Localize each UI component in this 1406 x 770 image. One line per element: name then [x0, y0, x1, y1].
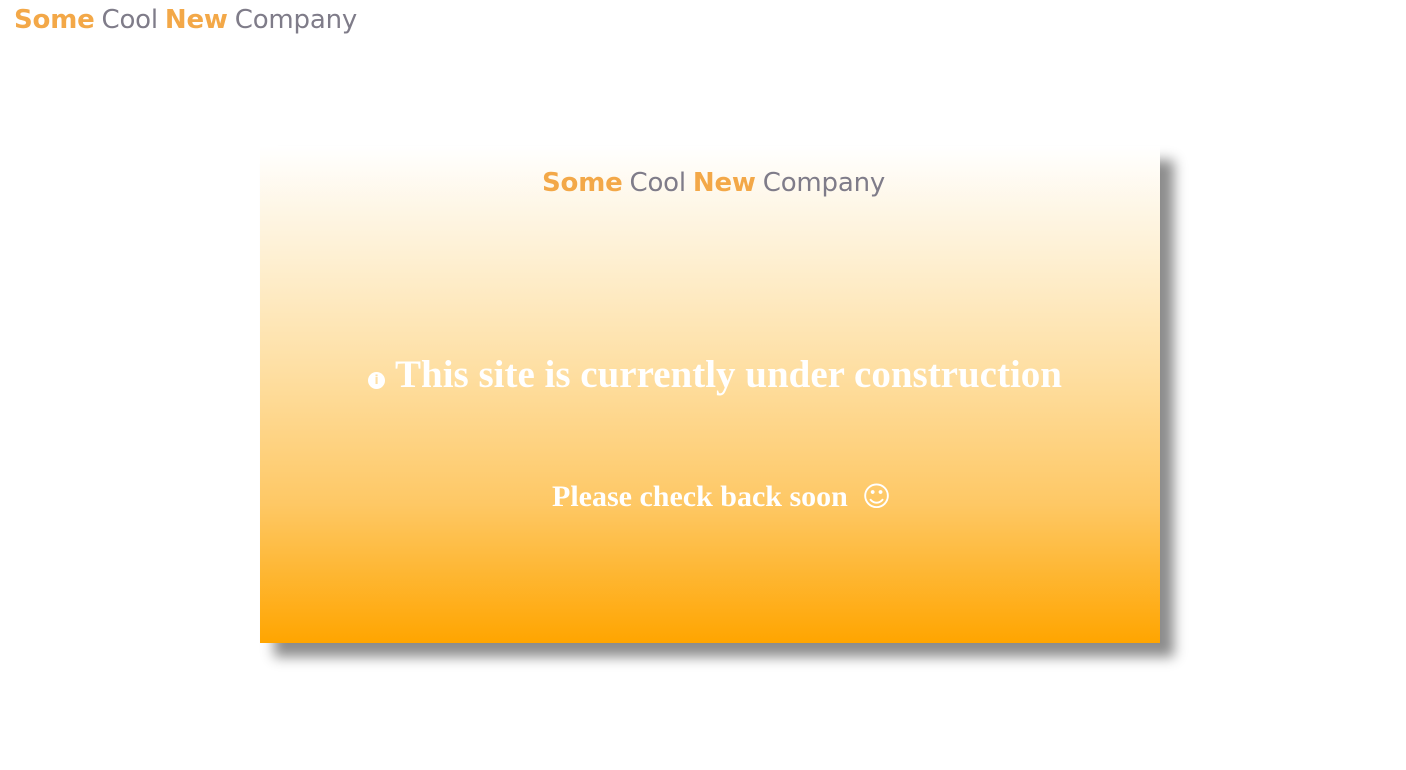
card-logo-word-company: Company — [762, 168, 886, 198]
card-logo: Some Cool New Company — [542, 166, 885, 200]
info-circle-icon: i — [368, 372, 385, 389]
logo-word-some: Some — [14, 5, 95, 35]
logo-word-company: Company — [234, 5, 358, 35]
headline-text: This site is currently under constructio… — [395, 353, 1062, 396]
card-logo-word-cool: Cool — [629, 168, 687, 198]
logo-word-new: New — [164, 5, 228, 35]
logo-word-cool: Cool — [101, 5, 159, 35]
construction-headline: i This site is currently under constructi… — [368, 351, 1062, 399]
construction-card: Some Cool New Company i This site is current… — [260, 146, 1160, 643]
card-logo-word-new: New — [692, 168, 756, 198]
card-logo-word-some: Some — [542, 168, 623, 198]
smiley-face-icon: ☺ — [861, 480, 892, 513]
subline-text: Please check back soon — [552, 480, 848, 513]
site-logo[interactable]: Some Cool New Company — [14, 3, 357, 37]
check-back-message: Please check back soon ☺ — [552, 477, 891, 517]
